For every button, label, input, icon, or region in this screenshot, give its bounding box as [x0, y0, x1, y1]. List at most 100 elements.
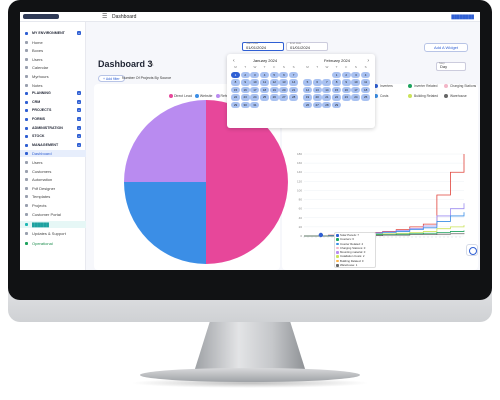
sidebar-item-pdf-designer[interactable]: Pdf Designer [20, 185, 86, 192]
sidebar-item-notes[interactable]: Notes [20, 82, 86, 89]
pie-slice-website[interactable] [124, 182, 206, 264]
day-cell[interactable]: 14 [322, 86, 332, 93]
sidebar-item-planning[interactable]: PLANNING + [20, 90, 86, 97]
day-cell[interactable]: 13 [312, 86, 322, 93]
day-cell[interactable]: 10 [250, 79, 260, 86]
day-cell[interactable]: 3 [250, 71, 260, 78]
day-cell[interactable]: 21 [289, 86, 299, 93]
add-filter-chip[interactable]: + Add filter [98, 75, 125, 82]
sidebar-item-stock[interactable]: STOCK + [20, 133, 86, 140]
day-cell[interactable]: 25 [260, 94, 270, 101]
day-cell[interactable]: 6 [312, 79, 322, 86]
line-legend-item[interactable]: Inverters [374, 84, 393, 89]
day-cell[interactable]: 30 [240, 101, 250, 108]
pie-slice-referral[interactable] [124, 100, 206, 182]
day-cell[interactable]: 2 [240, 71, 250, 78]
line-legend-item[interactable]: Building Related [408, 94, 438, 99]
day-cell[interactable]: 26 [303, 101, 312, 108]
day-cell[interactable]: 13 [279, 79, 289, 86]
step-select[interactable]: Step Day [436, 61, 466, 71]
day-cell[interactable]: 22 [231, 94, 240, 101]
day-cell[interactable]: 11 [361, 79, 371, 86]
day-cell[interactable]: 8 [231, 79, 240, 86]
day-cell[interactable]: 21 [322, 94, 332, 101]
add-widget-button[interactable]: Add A Widget [424, 43, 468, 52]
account-label[interactable]: ████████ [451, 14, 474, 19]
line-legend-item[interactable]: Inverter Related [408, 84, 437, 89]
day-cell[interactable]: 11 [260, 79, 270, 86]
day-cell[interactable]: 4 [260, 71, 270, 78]
day-cell[interactable]: 25 [361, 94, 371, 101]
day-cell[interactable]: 24 [351, 94, 361, 101]
next-month-icon[interactable]: › [367, 58, 369, 64]
edit-icon[interactable]: ✎ [149, 61, 157, 69]
sidebar-item-crm[interactable]: CRM + [20, 99, 86, 106]
sidebar-item-projects[interactable]: PROJECTS + [20, 107, 86, 114]
day-cell[interactable]: 27 [312, 101, 322, 108]
day-cell[interactable]: 1 [332, 71, 342, 78]
day-cell[interactable]: 20 [279, 86, 289, 93]
day-cell[interactable]: 20 [312, 94, 322, 101]
day-cell[interactable]: 12 [269, 79, 279, 86]
sidebar-item-boxes[interactable]: Boxes [20, 47, 86, 54]
sidebar-item-calendar[interactable]: Calendar [20, 64, 86, 71]
series-line-inverters[interactable] [304, 154, 465, 237]
day-cell[interactable]: 18 [361, 86, 371, 93]
day-cell[interactable]: 8 [332, 79, 342, 86]
sidebar-item--[interactable]: ██████ [20, 221, 86, 229]
day-cell[interactable]: 5 [303, 79, 312, 86]
day-cell[interactable]: 17 [351, 86, 361, 93]
day-cell[interactable]: 27 [279, 94, 289, 101]
sidebar-item-my-environment[interactable]: MY ENVIRONMENT + [20, 30, 86, 37]
sidebar-item-updates-support[interactable]: Updates & Support [20, 230, 86, 237]
sidebar-item-home[interactable]: Home [20, 39, 86, 46]
day-cell[interactable]: 17 [250, 86, 260, 93]
sidebar-item-users[interactable]: Users [20, 159, 86, 166]
day-cell[interactable]: 12 [303, 86, 312, 93]
day-cell[interactable]: 22 [332, 94, 342, 101]
day-cell[interactable]: 15 [231, 86, 240, 93]
day-cell[interactable]: 7 [322, 79, 332, 86]
day-cell[interactable]: 7 [289, 71, 299, 78]
end-date-input[interactable]: End date 01/01/2024 [286, 41, 328, 51]
line-legend-item[interactable]: Warehouse [444, 94, 467, 99]
start-date-input[interactable]: Start date 01/01/2024 [242, 41, 284, 51]
day-cell[interactable]: 16 [240, 86, 250, 93]
sidebar-item-operational[interactable]: Operational [20, 240, 86, 247]
day-cell[interactable]: 15 [332, 86, 342, 93]
day-cell[interactable]: 18 [260, 86, 270, 93]
day-cell[interactable]: 28 [322, 101, 332, 108]
sidebar-item-dashboard[interactable]: Dashboard [20, 150, 86, 158]
day-cell[interactable]: 4 [361, 71, 371, 78]
help-button[interactable] [466, 244, 478, 256]
day-cell[interactable]: 26 [269, 94, 279, 101]
day-cell[interactable]: 28 [289, 94, 299, 101]
day-cell[interactable]: 6 [279, 71, 289, 78]
day-cell[interactable]: 29 [332, 101, 342, 108]
sidebar-item-customers[interactable]: Customers [20, 168, 86, 175]
day-cell[interactable]: 9 [341, 79, 351, 86]
day-cell[interactable]: 10 [351, 79, 361, 86]
day-cell[interactable]: 16 [341, 86, 351, 93]
sidebar-item-customer-portal[interactable]: Customer Portal [20, 211, 86, 218]
sidebar-item-users[interactable]: Users [20, 56, 86, 63]
sidebar-item-projects[interactable]: Projects [20, 202, 86, 209]
day-cell[interactable]: 23 [240, 94, 250, 101]
sidebar-item-myrhours[interactable]: Myrhours [20, 73, 86, 80]
day-cell[interactable]: 1 [231, 71, 240, 78]
sidebar-item-automation[interactable]: Automation [20, 176, 86, 183]
legend-label[interactable]: Website [200, 94, 213, 98]
day-cell[interactable]: 3 [351, 71, 361, 78]
day-cell[interactable]: 9 [240, 79, 250, 86]
day-cell[interactable]: 19 [269, 86, 279, 93]
day-cell[interactable]: 23 [341, 94, 351, 101]
day-cell[interactable]: 31 [250, 101, 260, 108]
day-cell[interactable]: 14 [289, 79, 299, 86]
prev-month-icon[interactable]: ‹ [233, 58, 235, 64]
day-cell[interactable]: 29 [231, 101, 240, 108]
sidebar-item-forms[interactable]: FORMS + [20, 116, 86, 123]
line-legend-item[interactable]: Costs [374, 94, 388, 99]
legend-label[interactable]: Direct Lead [174, 94, 192, 98]
day-cell[interactable]: 19 [303, 94, 312, 101]
sidebar-item-templates[interactable]: Templates [20, 193, 86, 200]
